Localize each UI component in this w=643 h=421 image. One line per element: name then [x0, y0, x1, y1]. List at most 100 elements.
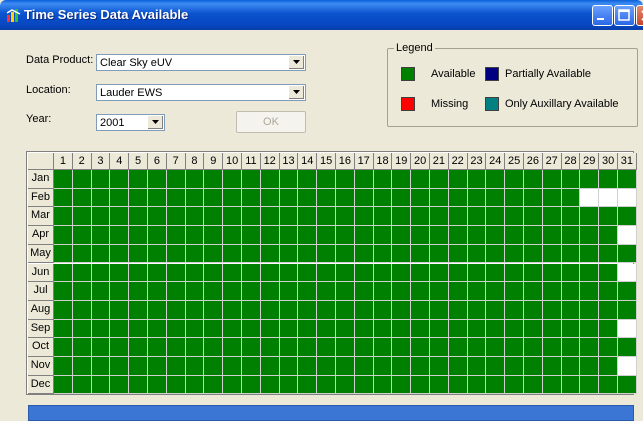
day-cell[interactable] [599, 300, 618, 320]
day-cell[interactable] [354, 375, 374, 395]
day-cell[interactable] [524, 375, 543, 395]
day-cell[interactable] [91, 188, 111, 208]
day-cell[interactable] [467, 375, 487, 395]
day-cell[interactable] [110, 282, 130, 301]
day-cell[interactable] [110, 375, 130, 395]
day-cell[interactable] [72, 188, 92, 208]
day-cell[interactable] [336, 282, 355, 301]
day-cell[interactable] [317, 300, 336, 320]
day-cell[interactable] [317, 338, 336, 357]
day-cell[interactable] [279, 375, 299, 395]
day-cell[interactable] [467, 244, 487, 264]
day-cell[interactable] [486, 375, 506, 395]
day-cell[interactable] [148, 207, 167, 227]
day-cell[interactable] [54, 319, 73, 339]
day-cell[interactable] [298, 338, 318, 357]
day-cell[interactable] [185, 319, 205, 339]
day-cell[interactable] [618, 207, 637, 227]
day-cell[interactable] [129, 300, 148, 320]
day-cell[interactable] [599, 357, 618, 376]
day-cell[interactable] [54, 226, 73, 245]
day-cell[interactable] [166, 282, 186, 301]
day-cell[interactable] [561, 338, 581, 357]
day-cell[interactable] [542, 375, 562, 395]
day-cell[interactable] [354, 188, 374, 208]
day-cell[interactable] [467, 357, 487, 376]
day-cell[interactable] [411, 300, 430, 320]
day-cell[interactable] [486, 170, 506, 189]
day-cell[interactable] [505, 375, 524, 395]
day-cell[interactable] [54, 357, 73, 376]
day-cell[interactable] [542, 282, 562, 301]
day-cell[interactable] [110, 188, 130, 208]
day-cell[interactable] [524, 357, 543, 376]
day-cell[interactable] [354, 357, 374, 376]
day-cell[interactable] [204, 338, 224, 357]
day-cell[interactable] [618, 282, 637, 301]
day-cell[interactable] [223, 207, 242, 227]
day-cell[interactable] [486, 338, 506, 357]
day-cell[interactable] [373, 170, 393, 189]
day-cell[interactable] [185, 207, 205, 227]
day-cell[interactable] [54, 188, 73, 208]
day-cell[interactable] [430, 170, 449, 189]
day-cell[interactable] [54, 375, 73, 395]
day-cell[interactable] [185, 300, 205, 320]
day-cell[interactable] [223, 226, 242, 245]
day-cell[interactable] [129, 282, 148, 301]
day-cell[interactable] [505, 338, 524, 357]
day-cell[interactable] [373, 319, 393, 339]
day-cell[interactable] [223, 282, 242, 301]
day-cell[interactable] [430, 338, 449, 357]
day-cell[interactable] [336, 226, 355, 245]
day-cell[interactable] [505, 244, 524, 264]
day-cell[interactable] [242, 207, 261, 227]
day-cell[interactable] [279, 282, 299, 301]
day-cell[interactable] [467, 188, 487, 208]
day-cell[interactable] [129, 338, 148, 357]
day-cell[interactable] [317, 207, 336, 227]
day-cell[interactable] [72, 282, 92, 301]
day-cell[interactable] [430, 226, 449, 245]
day-cell[interactable] [185, 188, 205, 208]
day-cell[interactable] [91, 375, 111, 395]
day-cell[interactable] [618, 263, 637, 283]
day-cell[interactable] [486, 188, 506, 208]
day-cell[interactable] [260, 207, 280, 227]
day-cell[interactable] [505, 207, 524, 227]
day-cell[interactable] [430, 357, 449, 376]
day-cell[interactable] [298, 357, 318, 376]
day-cell[interactable] [298, 282, 318, 301]
day-cell[interactable] [542, 357, 562, 376]
day-cell[interactable] [373, 282, 393, 301]
day-cell[interactable] [242, 263, 261, 283]
day-cell[interactable] [242, 226, 261, 245]
day-cell[interactable] [72, 244, 92, 264]
day-cell[interactable] [279, 319, 299, 339]
day-cell[interactable] [524, 300, 543, 320]
day-cell[interactable] [599, 244, 618, 264]
day-cell[interactable] [392, 357, 412, 376]
day-cell[interactable] [336, 244, 355, 264]
day-cell[interactable] [411, 244, 430, 264]
day-cell[interactable] [166, 244, 186, 264]
day-cell[interactable] [204, 375, 224, 395]
day-cell[interactable] [599, 319, 618, 339]
day-cell[interactable] [129, 244, 148, 264]
day-cell[interactable] [524, 188, 543, 208]
day-cell[interactable] [279, 226, 299, 245]
day-cell[interactable] [204, 244, 224, 264]
day-cell[interactable] [542, 207, 562, 227]
day-cell[interactable] [599, 375, 618, 395]
day-cell[interactable] [336, 170, 355, 189]
day-cell[interactable] [298, 226, 318, 245]
day-cell[interactable] [260, 357, 280, 376]
location-select[interactable]: Lauder EWS [96, 84, 306, 101]
day-cell[interactable] [392, 170, 412, 189]
day-cell[interactable] [599, 263, 618, 283]
day-cell[interactable] [148, 244, 167, 264]
day-cell[interactable] [486, 300, 506, 320]
day-cell[interactable] [54, 263, 73, 283]
day-cell[interactable] [430, 375, 449, 395]
day-cell[interactable] [392, 188, 412, 208]
